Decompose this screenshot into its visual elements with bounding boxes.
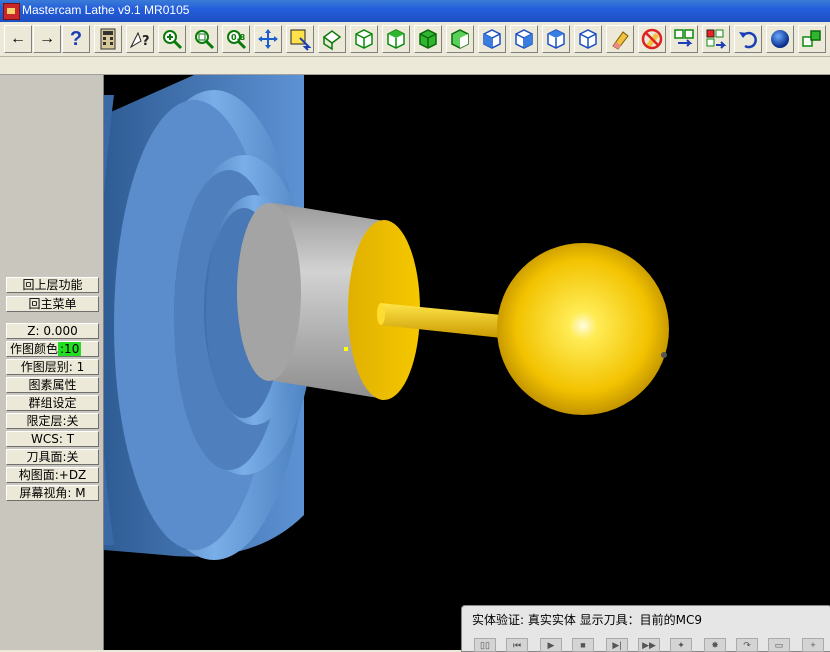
forward-arrow-glyph: → xyxy=(39,30,55,47)
menu-mask-level-button[interactable]: 限定层:关 xyxy=(6,413,99,429)
cube-1-icon[interactable] xyxy=(478,25,506,53)
undo-icon[interactable] xyxy=(734,25,762,53)
verify-option-4-glyph: ▭ xyxy=(774,640,784,650)
menu-color-button[interactable]: 作图颜色:10 xyxy=(6,341,99,357)
viewport-scene xyxy=(104,75,669,560)
transform-icon[interactable] xyxy=(670,25,698,53)
help-icon[interactable]: ? xyxy=(62,25,90,53)
menu-construction-plane-label: 构图面:+DZ xyxy=(18,468,87,482)
back-arrow-glyph: ← xyxy=(10,30,26,47)
menu-wcs-button[interactable]: WCS: T xyxy=(6,431,99,447)
svg-text:0.8: 0.8 xyxy=(231,33,246,42)
stock-cylinder xyxy=(237,203,420,400)
status-strip xyxy=(0,57,830,75)
forward-arrow-icon[interactable]: → xyxy=(33,25,61,53)
app-icon xyxy=(3,3,20,20)
cubes-icon[interactable] xyxy=(798,25,826,53)
transform-2-icon[interactable] xyxy=(702,25,730,53)
shade-sphere-icon[interactable] xyxy=(766,25,794,53)
verify-play-glyph: ▶ xyxy=(547,640,555,650)
menu-level-button[interactable]: 作图层别: 1 xyxy=(6,359,99,375)
menu-tool-plane-button[interactable]: 刀具面:关 xyxy=(6,449,99,465)
menu-back-button[interactable]: 回上层功能 xyxy=(6,277,99,293)
toolbar: ← → ? ? 0.8 xyxy=(0,22,830,57)
cube-4-icon[interactable] xyxy=(574,25,602,53)
menu-groups-button[interactable]: 群组设定 xyxy=(6,395,99,411)
zoom-icon[interactable] xyxy=(158,25,186,53)
svg-text:?: ? xyxy=(142,34,150,49)
verify-fast-forward-glyph: ▶▶ xyxy=(642,640,656,650)
menu-attributes-label: 图素属性 xyxy=(28,378,77,392)
cube-3-icon[interactable] xyxy=(542,25,570,53)
verify-window[interactable]: 实体验证: 真实实体 显示刀具：目前的MC9 ▯▯ ⏮ ▶ ■ ▶| ▶▶ ✦ … xyxy=(461,605,830,652)
verify-toggle-glyph: ▯▯ xyxy=(480,640,490,650)
verify-option-1-glyph: ✦ xyxy=(677,640,685,650)
cube-2-icon[interactable] xyxy=(510,25,538,53)
menu-attributes-button[interactable]: 图素属性 xyxy=(6,377,99,393)
eraser-icon[interactable] xyxy=(606,25,634,53)
zoom-window-icon[interactable] xyxy=(190,25,218,53)
graphics-viewport[interactable] xyxy=(104,75,830,650)
menu-tool-plane-label: 刀具面:关 xyxy=(26,450,79,464)
menu-construction-plane-button[interactable]: 构图面:+DZ xyxy=(6,467,99,483)
verify-rewind-glyph: ⏮ xyxy=(512,640,522,650)
menu-main-button[interactable]: 回主菜单 xyxy=(6,296,99,312)
verify-option-3-glyph: ↷ xyxy=(743,640,751,650)
help-glyph: ? xyxy=(69,27,83,50)
top-view-icon[interactable] xyxy=(382,25,410,53)
select-icon[interactable] xyxy=(286,25,314,53)
front-view-icon[interactable] xyxy=(414,25,442,53)
no-eraser-icon[interactable] xyxy=(638,25,666,53)
menu-color-value: :10 xyxy=(58,342,82,356)
menu-level-label: 作图层别: 1 xyxy=(20,360,85,374)
ball-tool xyxy=(497,243,669,415)
verify-window-title: 实体验证: 真实实体 显示刀具：目前的MC9 xyxy=(472,613,703,627)
menu-wcs-label: WCS: T xyxy=(30,432,75,446)
menu-screen-view-button[interactable]: 屏幕视角: M xyxy=(6,485,99,501)
menu-color-label: 作图颜色 xyxy=(10,342,59,356)
menu-screen-view-label: 屏幕视角: M xyxy=(19,486,86,500)
verify-option-2-glyph: ✸ xyxy=(711,640,719,650)
title-bar: Mastercam Lathe v9.1 MR0105 xyxy=(0,0,830,22)
side-view-icon[interactable] xyxy=(446,25,474,53)
verify-stop-glyph: ■ xyxy=(580,640,586,650)
menu-groups-label: 群组设定 xyxy=(28,396,77,410)
pan-icon[interactable] xyxy=(254,25,282,53)
zoom-fit-icon[interactable]: 0.8 xyxy=(222,25,250,53)
back-arrow-icon[interactable]: ← xyxy=(4,25,32,53)
main-menu-panel: 回上层功能 回主菜单 Z: 0.000 作图颜色:10 作图层别: 1 图素属性… xyxy=(0,75,104,650)
menu-z-depth-button[interactable]: Z: 0.000 xyxy=(6,323,99,339)
analyze-icon[interactable]: ? xyxy=(126,25,154,53)
menu-mask-level-label: 限定层:关 xyxy=(26,414,79,428)
menu-back-label: 回上层功能 xyxy=(22,278,83,292)
menu-z-depth-label: Z: 0.000 xyxy=(27,324,78,338)
dynamic-rotate-icon[interactable] xyxy=(318,25,346,53)
verify-step-glyph: ▶| xyxy=(612,640,622,650)
iso-view-icon[interactable] xyxy=(350,25,378,53)
menu-main-label: 回主菜单 xyxy=(28,297,77,311)
calculator-icon[interactable] xyxy=(94,25,122,53)
window-title: Mastercam Lathe v9.1 MR0105 xyxy=(22,3,190,17)
verify-option-5-glyph: + xyxy=(810,640,816,650)
